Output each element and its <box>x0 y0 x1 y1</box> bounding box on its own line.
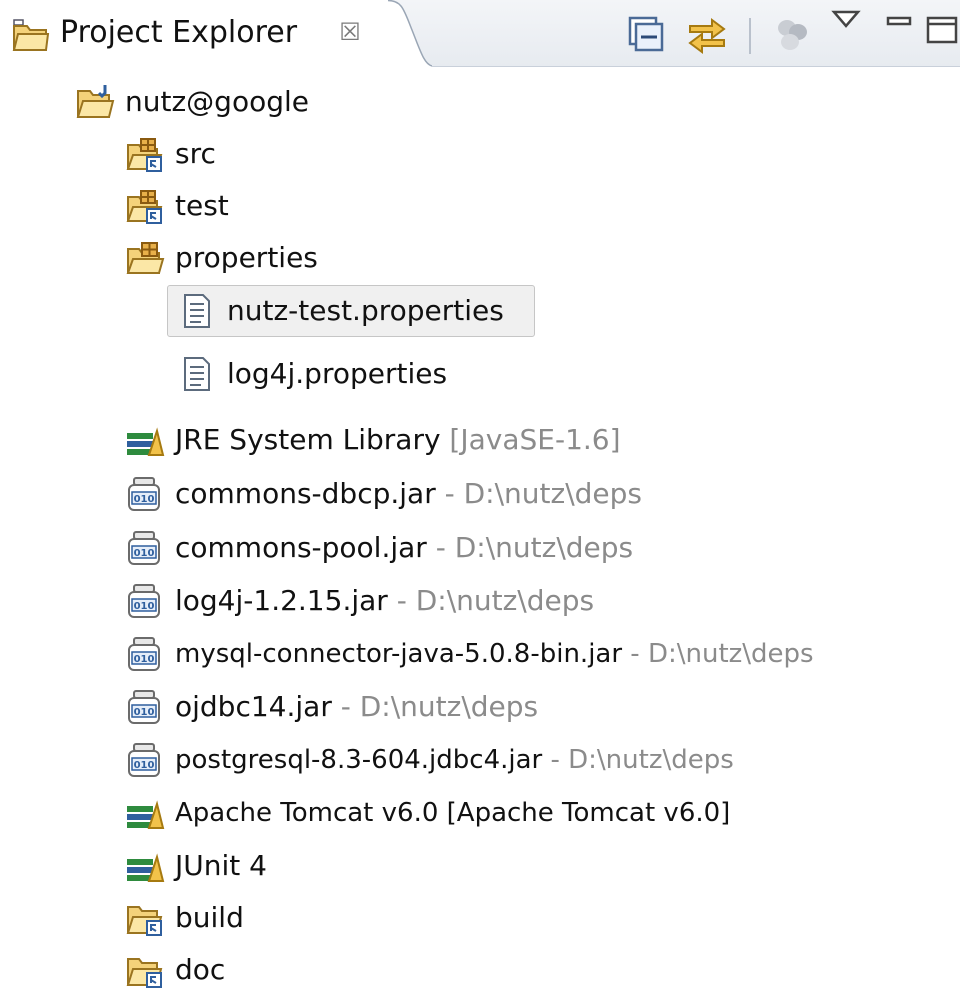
jar-icon: 010 <box>128 743 160 777</box>
tree-item-label: mysql-connector-java-5.0.8-bin.jar - D:\… <box>175 639 814 669</box>
tree-item-label: log4j.properties <box>227 357 448 390</box>
jar-icon: 010 <box>128 477 160 511</box>
tab-project-explorer[interactable]: Project Explorer ☒ <box>0 0 432 70</box>
folder-icon <box>126 958 163 988</box>
svg-text:010: 010 <box>134 601 155 612</box>
tree-item-label: ojdbc14.jar - D:\nutz\deps <box>175 690 539 723</box>
tree-item-label: Apache Tomcat v6.0 [Apache Tomcat v6.0] <box>175 798 731 828</box>
tree-item-decoration: - D:\nutz\deps <box>622 639 814 669</box>
tree-item-label: properties <box>175 241 318 274</box>
view-tab-bar: Project Explorer ☒ <box>0 0 960 70</box>
folder-icon <box>126 906 163 936</box>
toolbar-separator <box>749 18 751 54</box>
project-folder-icon <box>76 85 115 118</box>
tree-item-label: JRE System Library [JavaSE-1.6] <box>175 423 621 456</box>
svg-text:010: 010 <box>134 760 155 771</box>
jar-icon: 010 <box>128 531 160 565</box>
library-icon <box>127 800 165 829</box>
tree-item-decoration: [JavaSE-1.6] <box>440 423 621 456</box>
tree-item-decoration: - D:\nutz\deps <box>435 477 643 510</box>
text-file-icon <box>184 294 210 328</box>
jar-icon: 010 <box>128 637 160 671</box>
source-folder-icon <box>126 190 163 224</box>
package-folder-icon <box>126 242 165 274</box>
project-tree: nutz@google src test properties nutz-tes… <box>0 70 960 994</box>
svg-text:010: 010 <box>134 654 155 665</box>
tree-item-label: postgresql-8.3-604.jdbc4.jar - D:\nutz\d… <box>175 745 734 775</box>
library-icon <box>127 427 165 456</box>
minimize-icon[interactable] <box>882 4 916 44</box>
tree-item-label: log4j-1.2.15.jar - D:\nutz\deps <box>175 584 595 617</box>
library-icon <box>127 853 165 882</box>
tree-item-label: src <box>175 137 216 170</box>
jar-icon: 010 <box>128 584 160 618</box>
tree-item-decoration: - D:\nutz\deps <box>426 531 634 564</box>
tree-item-label: JUnit 4 <box>175 849 267 882</box>
maximize-icon[interactable] <box>922 4 960 44</box>
text-file-icon <box>184 357 210 391</box>
link-with-editor-icon[interactable] <box>684 14 730 54</box>
tree-item-label: build <box>175 901 244 934</box>
jar-icon: 010 <box>128 690 160 724</box>
svg-text:010: 010 <box>134 707 155 718</box>
tree-item-label: commons-dbcp.jar - D:\nutz\deps <box>175 477 643 510</box>
view-menu-icon[interactable] <box>828 4 864 44</box>
tree-item-label: commons-pool.jar - D:\nutz\deps <box>175 531 634 564</box>
view-options-icon[interactable] <box>772 14 814 54</box>
project-explorer-icon <box>12 19 50 51</box>
tree-item-decoration: - D:\nutz\deps <box>331 690 539 723</box>
svg-text:010: 010 <box>134 494 155 505</box>
collapse-all-icon[interactable] <box>626 14 666 54</box>
tree-item-decoration: - D:\nutz\deps <box>542 745 734 775</box>
tab-title: Project Explorer <box>60 15 298 50</box>
tree-item-label: test <box>175 189 229 222</box>
tree-item-label: nutz-test.properties <box>227 294 504 327</box>
svg-text:010: 010 <box>134 548 155 559</box>
tree-item-label: doc <box>175 953 226 986</box>
close-view-icon[interactable]: ☒ <box>335 17 365 47</box>
project-explorer-view: Project Explorer ☒ nutz@google src test … <box>0 0 960 994</box>
source-folder-icon <box>126 138 163 172</box>
tree-item-decoration: - D:\nutz\deps <box>387 584 595 617</box>
tree-item-label: nutz@google <box>125 85 309 118</box>
